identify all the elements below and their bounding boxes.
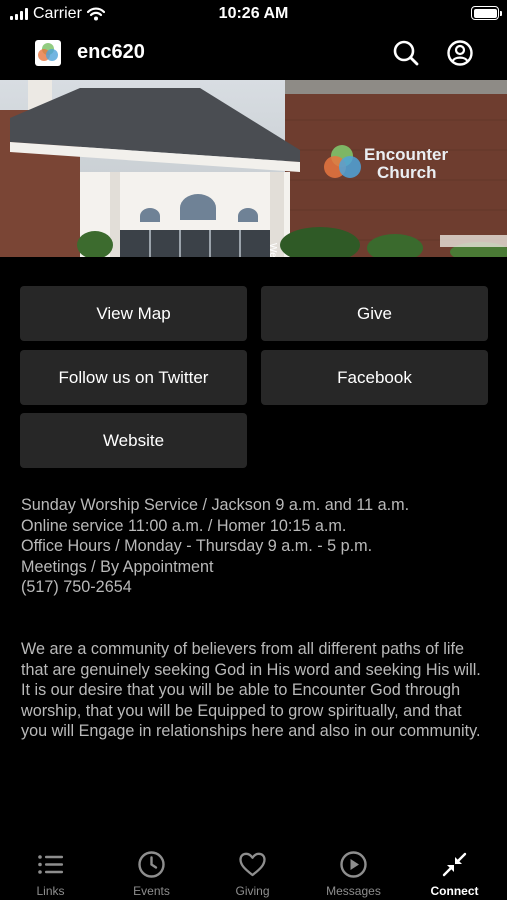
connect-arrows-icon: [442, 852, 467, 877]
info-line-office-hours: Office Hours / Monday - Thursday 9 a.m. …: [21, 537, 373, 555]
battery-icon: [471, 6, 502, 20]
tab-label: Events: [133, 884, 170, 898]
tab-connect[interactable]: Connect: [404, 838, 505, 900]
facebook-button[interactable]: Facebook: [261, 350, 488, 405]
banner-sign-line1: Encounter: [364, 145, 448, 164]
list-icon: [38, 855, 63, 874]
play-circle-icon: [340, 851, 367, 878]
tab-label: Giving: [235, 884, 270, 898]
app-logo: [35, 40, 61, 66]
twitter-button[interactable]: Follow us on Twitter: [20, 350, 247, 405]
info-line-phone: (517) 750-2654: [21, 578, 132, 596]
tab-giving[interactable]: Giving: [202, 838, 303, 900]
tab-links[interactable]: Links: [0, 838, 101, 900]
website-button[interactable]: Website: [20, 413, 247, 468]
tab-bar: Links Events Giving Messages Connect: [0, 838, 507, 900]
tab-messages[interactable]: Messages: [303, 838, 404, 900]
clock-icon: [138, 851, 165, 878]
app-title: enc620: [77, 41, 145, 63]
tab-label: Connect: [430, 884, 479, 898]
tab-events[interactable]: Events: [101, 838, 202, 900]
heart-icon: [239, 852, 266, 877]
service-info: Sunday Worship Service / Jackson 9 a.m. …: [21, 495, 491, 598]
about-paragraph: We are a community of believers from all…: [21, 640, 481, 740]
status-time: 10:26 AM: [218, 5, 289, 22]
banner-door-text: We: [267, 243, 278, 257]
info-line-online: Online service 11:00 a.m. / Homer 10:15 …: [21, 516, 347, 535]
give-button[interactable]: Give: [261, 286, 488, 341]
banner-sign-line2: Church: [377, 163, 437, 182]
status-bar: Carrier 10:26 AM: [0, 0, 507, 28]
view-map-button[interactable]: View Map: [20, 286, 247, 341]
tab-label: Messages: [326, 884, 381, 898]
church-banner-image: Encounter Church We: [0, 80, 507, 257]
search-icon[interactable]: [392, 39, 420, 67]
app-header: enc620: [0, 28, 507, 80]
account-icon[interactable]: [446, 39, 474, 67]
tab-label: Links: [36, 884, 65, 898]
info-line-worship: Sunday Worship Service / Jackson 9 a.m. …: [21, 496, 410, 514]
info-line-meetings: Meetings / By Appointment: [21, 557, 214, 576]
